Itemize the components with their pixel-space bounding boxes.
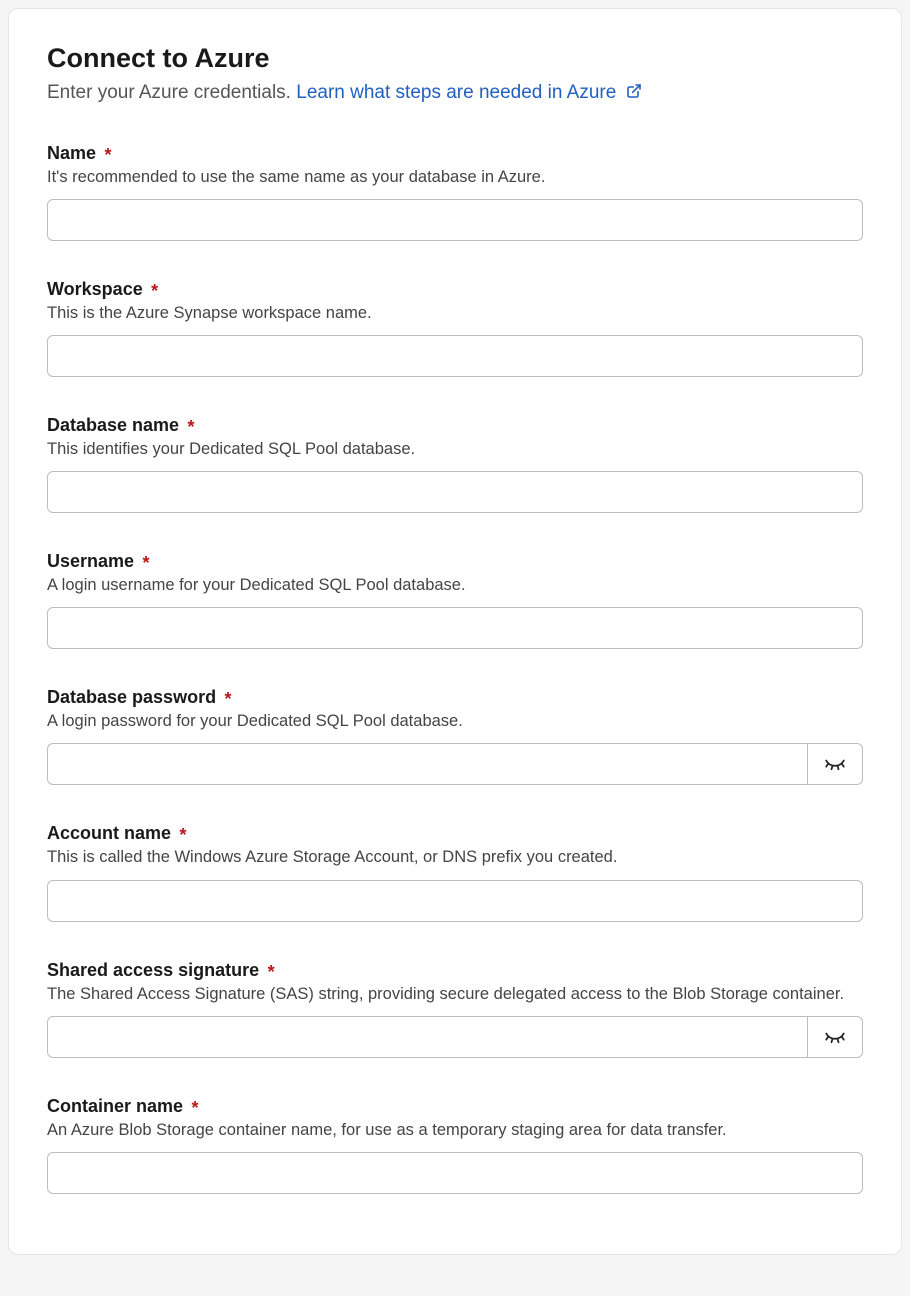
- label-shared-access-signature: Shared access signature: [47, 960, 259, 981]
- field-database-name: Database name * This identifies your Ded…: [47, 415, 863, 513]
- field-container-name: Container name * An Azure Blob Storage c…: [47, 1096, 863, 1194]
- external-link-icon: [626, 83, 642, 105]
- help-username: A login username for your Dedicated SQL …: [47, 574, 863, 597]
- shared-access-signature-input[interactable]: [47, 1016, 807, 1058]
- label-database-name: Database name: [47, 415, 179, 436]
- help-shared-access-signature: The Shared Access Signature (SAS) string…: [47, 983, 863, 1006]
- required-asterisk: *: [268, 962, 275, 982]
- required-asterisk: *: [179, 825, 186, 845]
- subtitle-text: Enter your Azure credentials.: [47, 82, 291, 103]
- eye-closed-icon: [824, 757, 846, 771]
- label-account-name: Account name: [47, 823, 171, 844]
- learn-more-link[interactable]: Learn what steps are needed in Azure: [296, 82, 641, 103]
- help-container-name: An Azure Blob Storage container name, fo…: [47, 1119, 863, 1142]
- page-title: Connect to Azure: [47, 43, 863, 74]
- sas-input-group: [47, 1016, 863, 1058]
- field-name: Name * It's recommended to use the same …: [47, 143, 863, 241]
- field-workspace: Workspace * This is the Azure Synapse wo…: [47, 279, 863, 377]
- help-database-password: A login password for your Dedicated SQL …: [47, 710, 863, 733]
- database-password-input[interactable]: [47, 743, 807, 785]
- container-name-input[interactable]: [47, 1152, 863, 1194]
- reveal-sas-button[interactable]: [807, 1016, 863, 1058]
- help-workspace: This is the Azure Synapse workspace name…: [47, 302, 863, 325]
- help-database-name: This identifies your Dedicated SQL Pool …: [47, 438, 863, 461]
- required-asterisk: *: [143, 553, 150, 573]
- required-asterisk: *: [225, 689, 232, 709]
- field-database-password: Database password * A login password for…: [47, 687, 863, 785]
- username-input[interactable]: [47, 607, 863, 649]
- account-name-input[interactable]: [47, 880, 863, 922]
- required-asterisk: *: [151, 281, 158, 301]
- help-account-name: This is called the Windows Azure Storage…: [47, 846, 863, 869]
- field-shared-access-signature: Shared access signature * The Shared Acc…: [47, 960, 863, 1058]
- database-name-input[interactable]: [47, 471, 863, 513]
- field-username: Username * A login username for your Ded…: [47, 551, 863, 649]
- eye-closed-icon: [824, 1030, 846, 1044]
- label-username: Username: [47, 551, 134, 572]
- learn-more-link-text: Learn what steps are needed in Azure: [296, 82, 616, 103]
- help-name: It's recommended to use the same name as…: [47, 166, 863, 189]
- connect-azure-card: Connect to Azure Enter your Azure creden…: [8, 8, 902, 1255]
- label-name: Name: [47, 143, 96, 164]
- field-account-name: Account name * This is called the Window…: [47, 823, 863, 921]
- required-asterisk: *: [104, 145, 111, 165]
- required-asterisk: *: [188, 417, 195, 437]
- reveal-password-button[interactable]: [807, 743, 863, 785]
- name-input[interactable]: [47, 199, 863, 241]
- label-workspace: Workspace: [47, 279, 143, 300]
- label-container-name: Container name: [47, 1096, 183, 1117]
- label-database-password: Database password: [47, 687, 216, 708]
- password-input-group: [47, 743, 863, 785]
- workspace-input[interactable]: [47, 335, 863, 377]
- page-subtitle: Enter your Azure credentials. Learn what…: [47, 82, 863, 105]
- required-asterisk: *: [191, 1098, 198, 1118]
